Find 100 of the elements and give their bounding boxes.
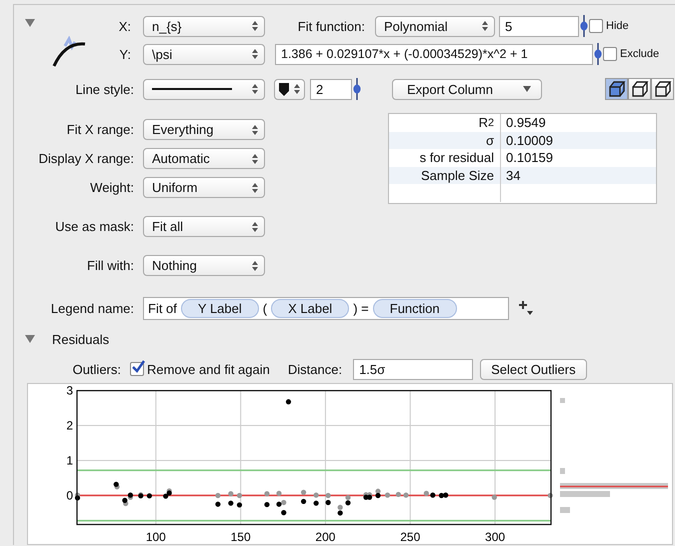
data-point <box>264 502 270 508</box>
legend-name-field[interactable]: Fit of Y Label ( X Label ) = Function <box>143 296 509 320</box>
exclude-label: Exclude <box>620 48 660 60</box>
outliers-label: Outliers: <box>72 362 121 376</box>
option-label: Fill with: <box>86 258 134 273</box>
option-popup[interactable]: Fit all <box>143 216 265 237</box>
line-style-label: Line style: <box>74 82 134 96</box>
data-point <box>281 510 286 516</box>
option-popup[interactable]: Everything <box>143 119 265 140</box>
data-point <box>548 492 553 498</box>
slider-thumb-icon[interactable] <box>594 43 602 65</box>
option-popup[interactable]: Automatic <box>143 148 265 169</box>
legend-name-label: Legend name: <box>50 300 134 316</box>
statistic-name: σ <box>389 132 501 150</box>
data-point <box>146 493 152 498</box>
degree-field[interactable]: 5 <box>499 16 579 36</box>
distance-field[interactable]: 1.5σ <box>353 358 474 380</box>
data-point <box>236 502 242 508</box>
tick-label: 100 <box>146 530 166 544</box>
updown-arrows-icon <box>252 49 258 59</box>
x-label: X: <box>118 18 131 34</box>
y-label: Y: <box>118 46 131 62</box>
formula-field[interactable]: 1.386 + 0.029107*x + (-0.00034529)*x^2 + 1 <box>275 44 593 64</box>
updown-arrows-icon <box>252 154 258 164</box>
token-pill[interactable]: X Label <box>271 298 350 318</box>
export-column-popup[interactable]: Export Column <box>392 78 542 100</box>
data-point <box>492 494 497 500</box>
fit-function-popup[interactable]: Polynomial <box>375 16 495 36</box>
marker-shield-icon <box>279 82 289 96</box>
token-pill[interactable]: Y Label <box>180 298 259 318</box>
disclosure-triangle-icon[interactable] <box>25 18 35 28</box>
data-point <box>228 500 234 506</box>
legend-text: ( <box>262 300 268 316</box>
updown-arrows-icon <box>482 21 488 31</box>
data-point <box>286 399 292 404</box>
legend-text: Fit of <box>148 300 177 316</box>
histogram-bar <box>560 468 565 474</box>
marker-popup[interactable] <box>274 78 305 100</box>
y-column-popup[interactable]: \psi <box>143 44 265 64</box>
dropdown-arrow-icon <box>523 86 531 92</box>
data-point <box>403 492 409 498</box>
checkbox[interactable] <box>589 19 603 33</box>
select-outliers-button[interactable]: Select Outliers <box>480 358 587 380</box>
checkbox[interactable] <box>130 362 144 376</box>
option-popup[interactable]: Uniform <box>143 177 265 198</box>
add-token-icon[interactable] <box>519 300 533 316</box>
data-point <box>396 492 401 498</box>
option-label: Fit X range: <box>66 122 134 137</box>
x-column-popup[interactable]: n_{s} <box>143 16 265 36</box>
data-point <box>215 492 221 498</box>
tick-label: 150 <box>230 530 251 544</box>
tick-label: 3 <box>66 384 73 398</box>
statistic-value: 0.10009 <box>505 132 553 148</box>
line-width-field[interactable]: 2 <box>310 78 352 100</box>
view-mode-button[interactable] <box>605 78 628 100</box>
data-point <box>384 492 390 498</box>
tick-label: 250 <box>400 530 420 544</box>
statistic-name: Sample Size <box>389 166 501 184</box>
option-label: Weight: <box>89 180 134 195</box>
view-mode-button[interactable] <box>651 78 674 100</box>
data-point <box>314 492 319 498</box>
legend-text: ) = <box>353 300 369 316</box>
data-point <box>276 490 282 496</box>
line-style-popup[interactable] <box>143 78 265 100</box>
option-popup[interactable]: Nothing <box>143 255 265 276</box>
hide-label: Hide <box>606 20 629 32</box>
statistic-value: 34 <box>505 168 520 184</box>
updown-arrows-icon <box>252 84 258 94</box>
token-pill[interactable]: Function <box>372 298 457 318</box>
histogram-bar <box>560 491 610 497</box>
residuals-heading: Residuals <box>52 332 110 346</box>
fit-function-label: Fit function: <box>296 18 365 34</box>
data-point <box>215 502 221 507</box>
disclosure-triangle-icon[interactable] <box>25 334 35 344</box>
statistic-value: 0.10159 <box>505 150 553 166</box>
slider-thumb-icon[interactable] <box>353 78 361 100</box>
option-label: Use as mask: <box>54 219 134 234</box>
remove-and-fit-label: Remove and fit again <box>147 362 270 376</box>
histogram-bar <box>560 507 570 513</box>
updown-arrows-icon <box>294 84 300 94</box>
tick-label: 0 <box>66 488 73 502</box>
data-point <box>228 491 234 496</box>
updown-arrows-icon <box>252 182 258 192</box>
view-mode-button[interactable] <box>628 78 651 100</box>
data-point <box>264 491 270 496</box>
updown-arrows-icon <box>252 124 258 134</box>
data-point <box>314 500 319 506</box>
checkbox[interactable] <box>603 47 617 61</box>
tick-label: 2 <box>66 418 73 433</box>
data-point <box>300 490 306 495</box>
tick-label: 200 <box>315 530 336 544</box>
updown-arrows-icon <box>252 260 258 270</box>
line-sample-icon <box>152 87 232 91</box>
slider-thumb-icon[interactable] <box>580 15 588 37</box>
updown-arrows-icon <box>252 222 258 232</box>
tick-label: 1 <box>66 454 73 468</box>
statistic-value: 0.9549 <box>505 115 546 130</box>
distance-label: Distance: <box>288 362 342 376</box>
data-point <box>236 492 242 498</box>
tick-label: 300 <box>485 530 506 544</box>
